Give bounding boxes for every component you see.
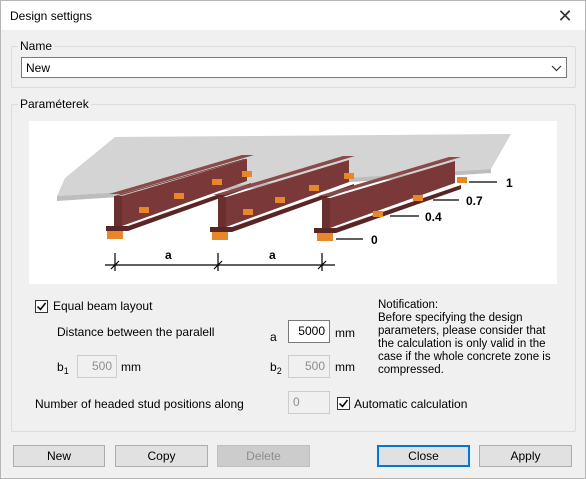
auto-calc-label: Automatic calculation bbox=[354, 397, 468, 411]
dimension-label-a: a bbox=[165, 248, 172, 262]
position-label: 1 bbox=[506, 176, 513, 190]
distance-input[interactable]: 5000 bbox=[288, 320, 330, 343]
distance-unit: mm bbox=[335, 326, 355, 340]
b1-unit: mm bbox=[121, 360, 141, 374]
copy-button[interactable]: Copy bbox=[115, 445, 208, 467]
dimension-label-a: a bbox=[269, 248, 276, 262]
b1-label: b1 bbox=[57, 360, 69, 376]
b1-input[interactable]: 500 bbox=[77, 355, 117, 378]
name-group-label: Name bbox=[18, 39, 55, 53]
distance-var: a bbox=[270, 330, 277, 344]
checkmark-icon bbox=[338, 399, 349, 408]
beam-layout-figure: 1 0.7 0.4 0 a a bbox=[29, 121, 557, 284]
equal-layout-checkbox[interactable] bbox=[35, 300, 48, 313]
name-combobox-value: New bbox=[26, 61, 51, 75]
notification: Notification: Before specifying the desi… bbox=[378, 299, 564, 377]
apply-button[interactable]: Apply bbox=[479, 445, 572, 467]
auto-calc-checkbox[interactable] bbox=[337, 397, 350, 410]
distance-label: Distance between the paralell bbox=[57, 325, 215, 339]
title-bar: Design settigns ✕ bbox=[0, 0, 586, 30]
checkmark-icon bbox=[36, 302, 47, 311]
b2-unit: mm bbox=[335, 360, 355, 374]
chevron-down-icon bbox=[551, 65, 562, 72]
position-label: 0 bbox=[371, 233, 378, 247]
studs-label: Number of headed stud positions along bbox=[35, 397, 244, 411]
notification-title: Notification: bbox=[378, 299, 439, 311]
name-combobox[interactable]: New bbox=[21, 57, 567, 78]
new-button[interactable]: New bbox=[13, 445, 105, 467]
beam-diagram: 1 0.7 0.4 0 a a bbox=[57, 134, 513, 271]
b2-input[interactable]: 500 bbox=[288, 355, 330, 378]
notification-text: Before specifying the design parameters,… bbox=[378, 312, 551, 376]
close-icon[interactable]: ✕ bbox=[545, 1, 585, 31]
b2-label: b2 bbox=[270, 360, 282, 376]
params-group-label: Paraméterek bbox=[18, 97, 91, 111]
window-title: Design settigns bbox=[10, 9, 93, 23]
close-button[interactable]: Close bbox=[377, 445, 470, 467]
position-label: 0.7 bbox=[466, 194, 483, 208]
delete-button[interactable]: Delete bbox=[217, 445, 310, 467]
studs-input[interactable]: 0 bbox=[288, 391, 330, 414]
equal-layout-label: Equal beam layout bbox=[53, 299, 153, 313]
dimension-line bbox=[105, 253, 335, 271]
position-label: 0.4 bbox=[425, 210, 442, 224]
